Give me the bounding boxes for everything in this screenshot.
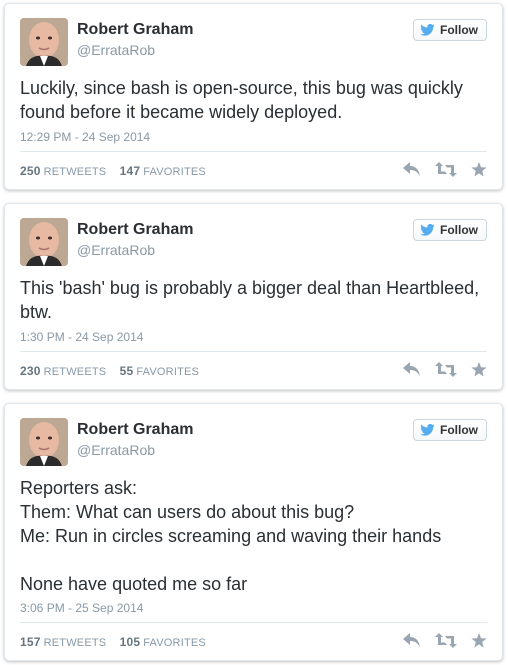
- author-handle[interactable]: @ErrataRob: [77, 42, 155, 58]
- tweet-card: Robert Graham @ErrataRob Follow Reporter…: [4, 403, 503, 661]
- retweet-icon[interactable]: [435, 162, 457, 177]
- twitter-bird-icon: [420, 224, 435, 236]
- tweet-text: This 'bash' bug is probably a bigger dea…: [20, 278, 480, 322]
- retweet-icon[interactable]: [435, 362, 457, 377]
- star-icon[interactable]: [471, 162, 487, 177]
- retweet-count[interactable]: 230: [20, 364, 41, 378]
- retweet-icon[interactable]: [435, 633, 457, 648]
- star-icon[interactable]: [471, 362, 487, 377]
- divider: [20, 151, 487, 152]
- timestamp[interactable]: 12:29 PM - 24 Sep 2014: [20, 130, 150, 144]
- favorites-label: FAVORITES: [143, 637, 206, 649]
- tweet-card: Robert Graham @ErrataRob Follow This 'ba…: [4, 203, 503, 390]
- follow-button[interactable]: Follow: [413, 219, 487, 241]
- favorites-label: FAVORITES: [136, 366, 200, 378]
- reply-icon[interactable]: [403, 162, 421, 177]
- retweet-count[interactable]: 157: [20, 635, 41, 649]
- divider: [20, 351, 487, 352]
- author-name[interactable]: Robert Graham: [77, 221, 193, 239]
- twitter-bird-icon: [420, 24, 435, 36]
- star-icon[interactable]: [471, 633, 487, 648]
- retweet-count[interactable]: 250: [20, 164, 41, 178]
- twitter-bird-icon: [420, 424, 435, 436]
- retweets-label: RETWEETS: [43, 637, 107, 649]
- tweet-stats: 157 RETWEETS 105 FAVORITES: [20, 635, 206, 649]
- follow-button[interactable]: Follow: [413, 19, 487, 41]
- tweet-stats: 250 RETWEETS 147 FAVORITES: [20, 164, 206, 178]
- avatar[interactable]: [20, 218, 68, 266]
- tweet-text: Luckily, since bash is open-source, this…: [20, 78, 463, 122]
- timestamp[interactable]: 3:06 PM - 25 Sep 2014: [20, 601, 143, 615]
- favorite-count[interactable]: 105: [120, 635, 141, 649]
- retweets-label: RETWEETS: [43, 166, 107, 178]
- tweet-stats: 230 RETWEETS 55 FAVORITES: [20, 364, 199, 378]
- author-name[interactable]: Robert Graham: [77, 421, 193, 439]
- tweet-actions: [403, 162, 487, 177]
- author-handle[interactable]: @ErrataRob: [77, 442, 155, 458]
- favorites-label: FAVORITES: [143, 166, 206, 178]
- follow-label: Follow: [440, 23, 478, 37]
- tweet-actions: [403, 362, 487, 377]
- avatar[interactable]: [20, 418, 68, 466]
- author-name[interactable]: Robert Graham: [77, 21, 193, 39]
- favorite-count[interactable]: 147: [120, 164, 141, 178]
- tweet-card: Robert Graham @ErrataRob Follow Luckily,…: [4, 3, 503, 190]
- tweet-text: Reporters ask: Them: What can users do a…: [20, 478, 442, 594]
- author-handle[interactable]: @ErrataRob: [77, 242, 155, 258]
- follow-label: Follow: [440, 423, 478, 437]
- tweet-actions: [403, 633, 487, 648]
- follow-button[interactable]: Follow: [413, 419, 487, 441]
- retweets-label: RETWEETS: [43, 366, 107, 378]
- follow-label: Follow: [440, 223, 478, 237]
- divider: [20, 622, 487, 623]
- favorite-count[interactable]: 55: [120, 364, 134, 378]
- reply-icon[interactable]: [403, 633, 421, 648]
- avatar[interactable]: [20, 18, 68, 66]
- timestamp[interactable]: 1:30 PM - 24 Sep 2014: [20, 330, 143, 344]
- reply-icon[interactable]: [403, 362, 421, 377]
